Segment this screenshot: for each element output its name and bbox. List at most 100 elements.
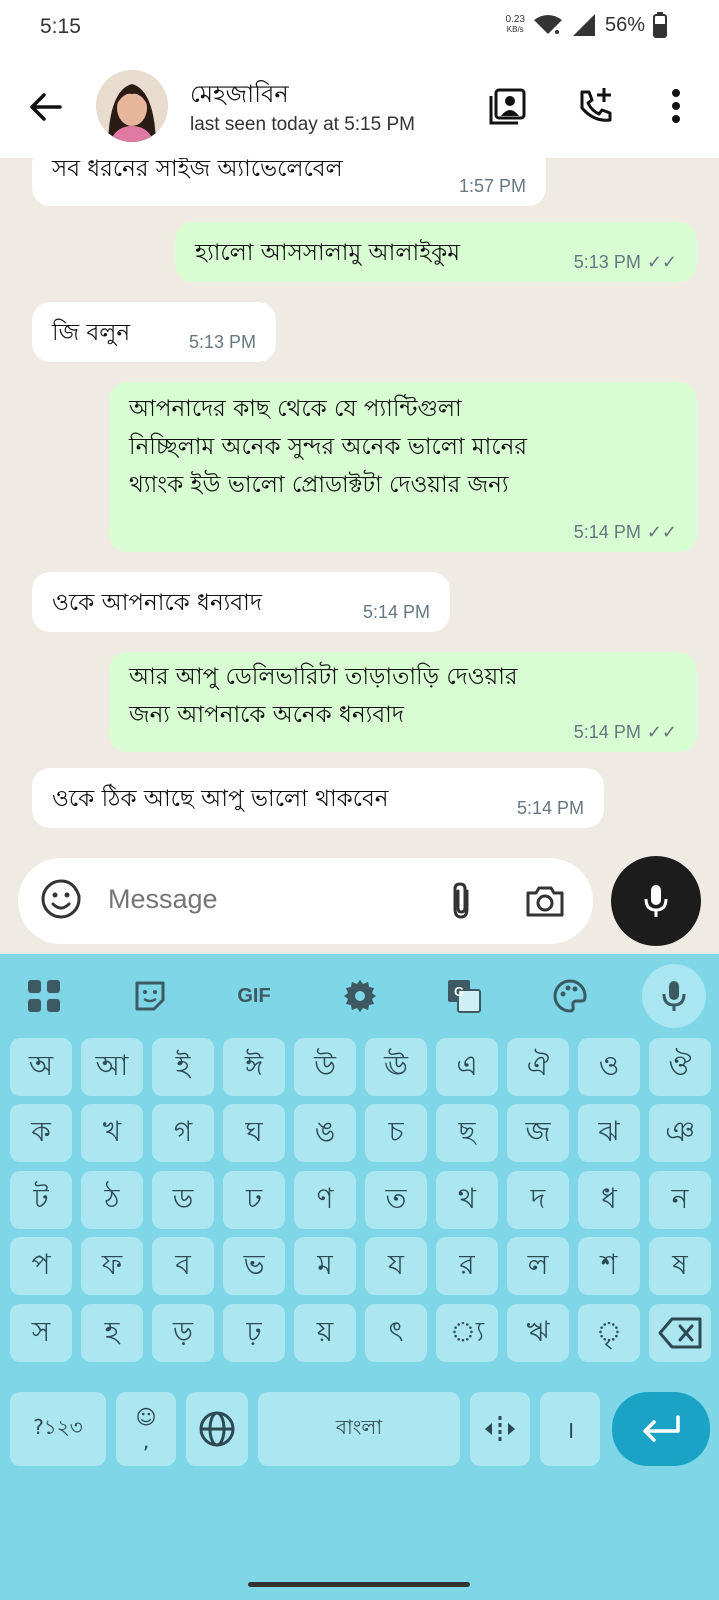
letter-key[interactable]: ঞ bbox=[649, 1104, 711, 1162]
letter-key[interactable]: ৎ bbox=[365, 1304, 427, 1362]
letter-key[interactable]: ঝ bbox=[578, 1104, 640, 1162]
letter-key[interactable]: ফ bbox=[81, 1237, 143, 1295]
letter-key[interactable]: ড় bbox=[152, 1304, 214, 1362]
camera-button[interactable] bbox=[520, 878, 570, 924]
letter-key[interactable]: ৃ bbox=[578, 1304, 640, 1362]
letter-key[interactable]: জ bbox=[507, 1104, 569, 1162]
translate-button[interactable]: G bbox=[440, 972, 488, 1020]
message-line: আর আপু ডেলিভারিটা তাড়াতাড়ি দেওয়ার bbox=[129, 664, 518, 690]
letter-key[interactable]: য় bbox=[294, 1304, 356, 1362]
message-bubble-outgoing[interactable]: হ্যালো আসসালামু আলাইকুম 5:13 PM ✓✓ bbox=[175, 222, 697, 282]
letter-key[interactable]: ণ bbox=[294, 1171, 356, 1229]
letter-key[interactable]: য bbox=[365, 1237, 427, 1295]
backspace-key[interactable] bbox=[649, 1304, 711, 1362]
contact-name[interactable]: মেহজাবিন bbox=[190, 76, 289, 116]
back-button[interactable] bbox=[22, 84, 68, 130]
comma-label: , bbox=[142, 1429, 150, 1453]
message-bubble-incoming[interactable]: ওকে আপনাকে ধন্যবাদ 5:14 PM bbox=[32, 572, 450, 632]
letter-key[interactable]: ঢ় bbox=[223, 1304, 285, 1362]
theme-button[interactable] bbox=[546, 972, 594, 1020]
letter-key[interactable]: ঐ bbox=[507, 1038, 569, 1096]
letter-key[interactable]: চ bbox=[365, 1104, 427, 1162]
letter-key[interactable]: ঠ bbox=[81, 1171, 143, 1229]
time-label: 1:57 PM bbox=[458, 176, 526, 196]
letter-key[interactable]: ঙ bbox=[294, 1104, 356, 1162]
read-ticks-icon: ✓✓ bbox=[646, 522, 677, 542]
letter-key[interactable]: ক bbox=[10, 1104, 72, 1162]
message-line: নিচ্ছিলাম অনেক সুন্দর অনেক ভালো মানের bbox=[129, 434, 527, 460]
message-text: হ্যালো আসসালামু আলাইকুম bbox=[195, 240, 461, 266]
more-options-button[interactable] bbox=[652, 82, 700, 130]
letter-key[interactable]: ঢ bbox=[223, 1171, 285, 1229]
letter-key[interactable]: ন bbox=[649, 1171, 711, 1229]
letter-key[interactable]: ও bbox=[578, 1038, 640, 1096]
keyboard: GIF G অআইঈউঊএঐওঔ কখগঘঙচছজঝঞ টঠডঢণতথদধন পফবভ… bbox=[0, 954, 719, 1600]
gesture-nav-bar[interactable] bbox=[248, 1582, 470, 1587]
letter-key[interactable]: স bbox=[10, 1304, 72, 1362]
letter-key[interactable]: আ bbox=[81, 1038, 143, 1096]
letter-key[interactable]: গ bbox=[152, 1104, 214, 1162]
message-bubble-outgoing[interactable]: আপনাদের কাছ থেকে যে প্যান্টিগুলা নিচ্ছিল… bbox=[109, 382, 697, 552]
enter-key[interactable] bbox=[612, 1392, 710, 1466]
letter-key[interactable]: ড bbox=[152, 1171, 214, 1229]
space-key[interactable]: বাংলা bbox=[258, 1392, 460, 1466]
message-time: 5:14 PM ✓✓ bbox=[574, 722, 677, 742]
time-label: 5:13 PM bbox=[188, 332, 256, 352]
letter-key[interactable]: ঈ bbox=[223, 1038, 285, 1096]
letter-key[interactable]: শ bbox=[578, 1237, 640, 1295]
letter-key[interactable]: এ bbox=[436, 1038, 498, 1096]
letter-key[interactable]: ছ bbox=[436, 1104, 498, 1162]
letter-key[interactable]: ম bbox=[294, 1237, 356, 1295]
gif-button[interactable]: GIF bbox=[230, 972, 278, 1020]
letter-key[interactable]: ভ bbox=[223, 1237, 285, 1295]
keyboard-toolbar: GIF G bbox=[0, 954, 719, 1038]
letter-key[interactable]: ল bbox=[507, 1237, 569, 1295]
sticker-button[interactable] bbox=[40, 878, 86, 924]
letter-key[interactable]: ঋ bbox=[507, 1304, 569, 1362]
letter-key[interactable]: ঊ bbox=[365, 1038, 427, 1096]
letter-key[interactable]: ত bbox=[365, 1171, 427, 1229]
message-bubble-outgoing[interactable]: আর আপু ডেলিভারিটা তাড়াতাড়ি দেওয়ার জন্… bbox=[109, 652, 697, 752]
letter-key[interactable]: ই bbox=[152, 1038, 214, 1096]
attach-button[interactable] bbox=[438, 878, 484, 924]
time-label: 5:13 PM bbox=[573, 252, 641, 272]
video-call-button[interactable] bbox=[484, 82, 532, 130]
time-label: 5:14 PM bbox=[362, 602, 430, 622]
letter-key[interactable]: দ bbox=[507, 1171, 569, 1229]
signal-icon bbox=[572, 14, 595, 36]
emoji-icon: ☺ bbox=[135, 1405, 157, 1429]
cursor-key[interactable] bbox=[470, 1392, 530, 1466]
letter-key[interactable]: হ bbox=[81, 1304, 143, 1362]
letter-key[interactable]: ষ bbox=[649, 1237, 711, 1295]
letter-key[interactable]: উ bbox=[294, 1038, 356, 1096]
message-input[interactable] bbox=[108, 884, 408, 915]
letter-key[interactable]: অ bbox=[10, 1038, 72, 1096]
chat-area[interactable]: সব ধরনের সাইজ অ্যাভেলেবেল 1:57 PM হ্যালো… bbox=[0, 158, 719, 954]
microphone-icon bbox=[662, 981, 686, 1011]
danda-key[interactable]: । bbox=[540, 1392, 600, 1466]
apps-grid-button[interactable] bbox=[20, 972, 68, 1020]
letter-key[interactable]: ট bbox=[10, 1171, 72, 1229]
language-key[interactable] bbox=[186, 1392, 248, 1466]
sticker-keyboard-button[interactable] bbox=[126, 972, 174, 1020]
letter-key[interactable]: ধ bbox=[578, 1171, 640, 1229]
message-bubble-incoming[interactable]: জি বলুন 5:13 PM bbox=[32, 302, 276, 362]
voice-typing-button[interactable] bbox=[642, 964, 706, 1028]
emoji-comma-key[interactable]: ☺ , bbox=[116, 1392, 176, 1466]
voice-message-button[interactable] bbox=[611, 856, 701, 946]
settings-button[interactable] bbox=[336, 972, 384, 1020]
message-bubble-incoming[interactable]: সব ধরনের সাইজ অ্যাভেলেবেল 1:57 PM bbox=[32, 158, 546, 206]
letter-key[interactable]: প bbox=[10, 1237, 72, 1295]
status-time: 5:15 bbox=[40, 15, 81, 38]
letter-key[interactable]: ্য bbox=[436, 1304, 498, 1362]
letter-key[interactable]: ঘ bbox=[223, 1104, 285, 1162]
symbols-key[interactable]: ?১২৩ bbox=[10, 1392, 106, 1466]
letter-key[interactable]: র bbox=[436, 1237, 498, 1295]
letter-key[interactable]: ঔ bbox=[649, 1038, 711, 1096]
avatar[interactable] bbox=[96, 70, 168, 142]
letter-key[interactable]: থ bbox=[436, 1171, 498, 1229]
letter-key[interactable]: ব bbox=[152, 1237, 214, 1295]
add-call-button[interactable] bbox=[572, 82, 620, 130]
message-bubble-incoming[interactable]: ওকে ঠিক আছে আপু ভালো থাকবেন 5:14 PM bbox=[32, 768, 604, 828]
letter-key[interactable]: খ bbox=[81, 1104, 143, 1162]
